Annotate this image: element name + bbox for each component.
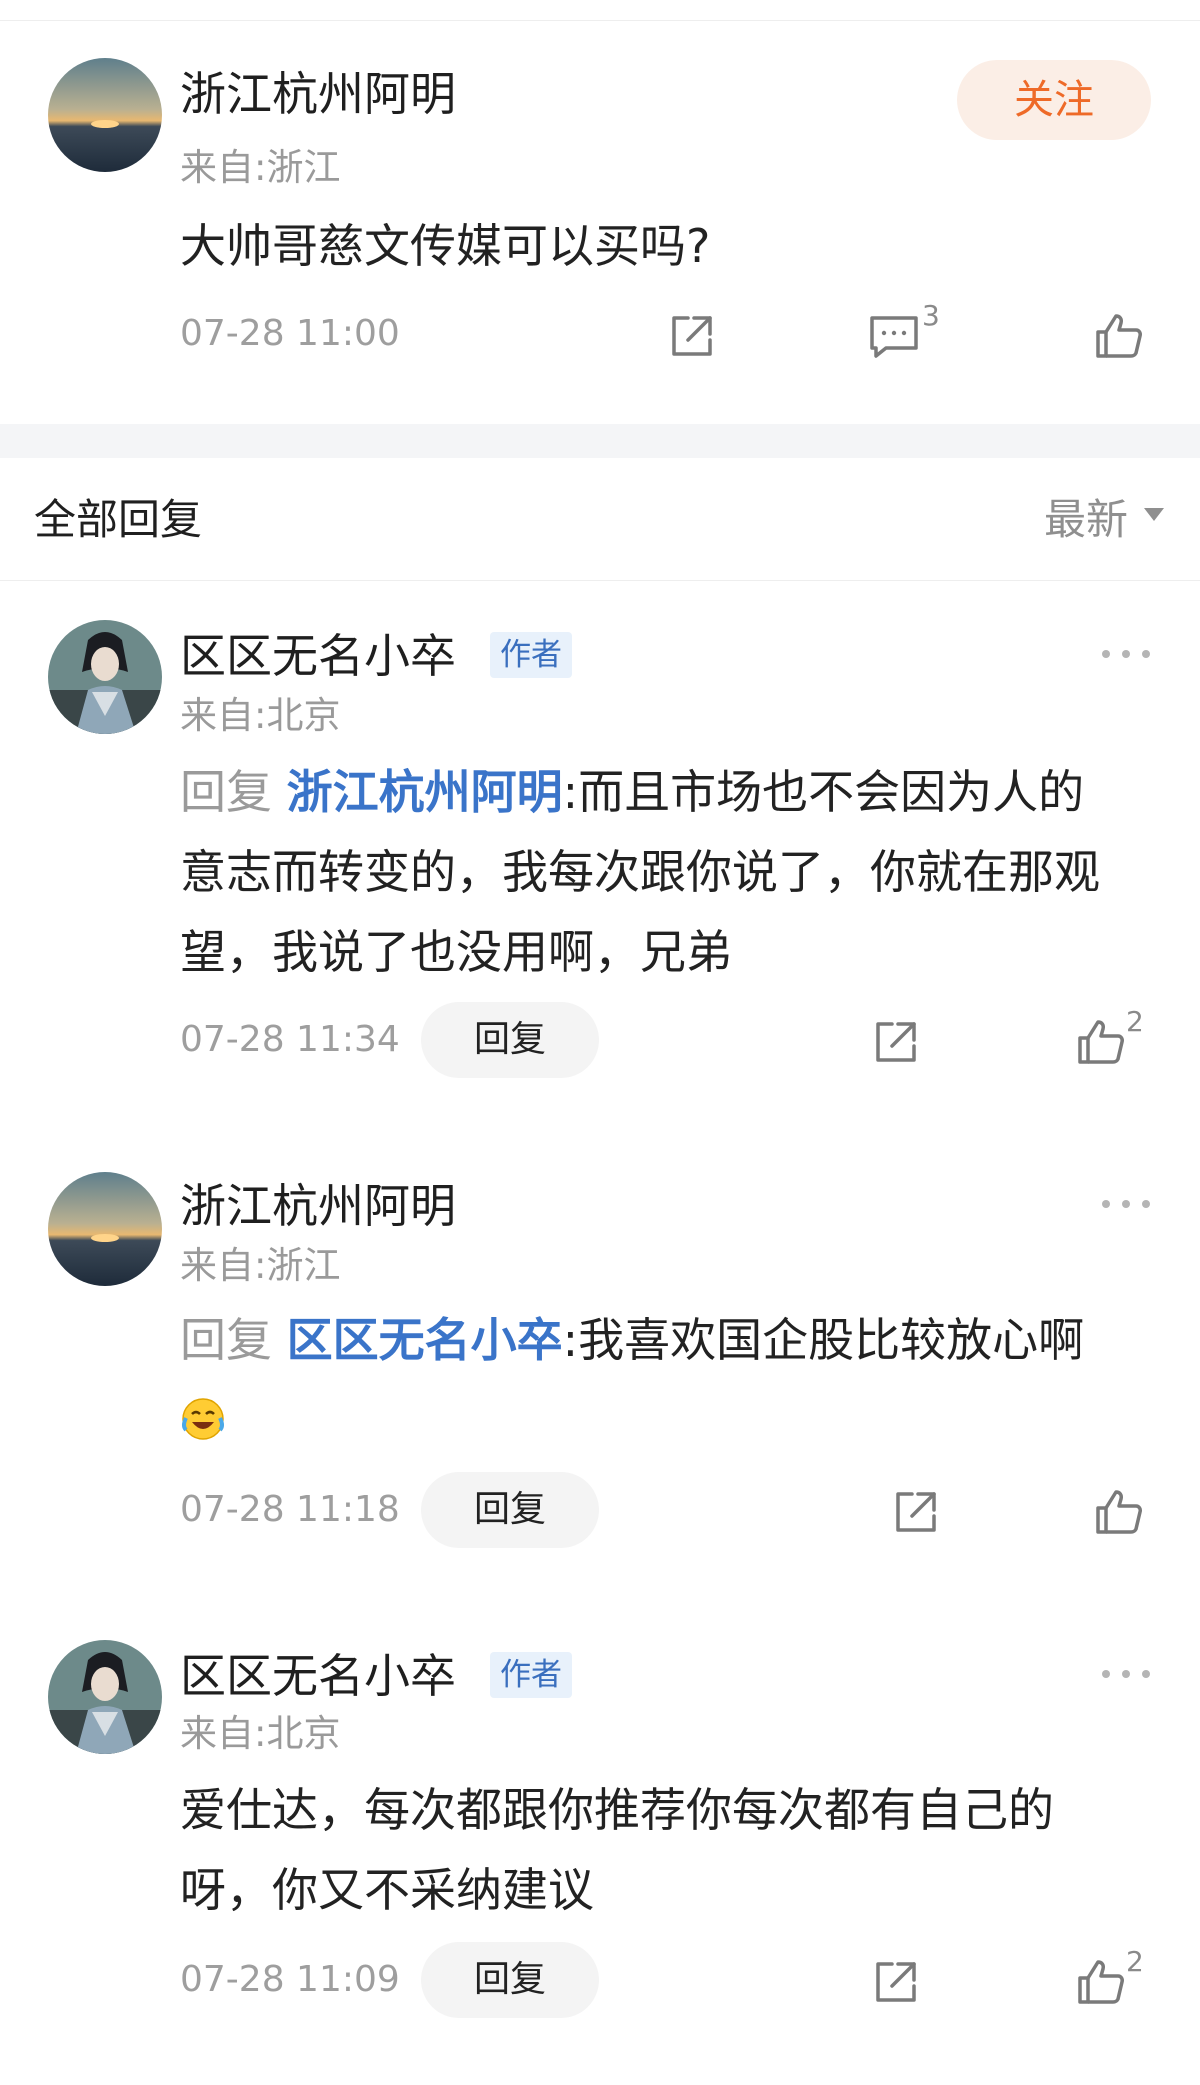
reply-text: 回复 浙江杭州阿明:而且市场也不会因为人的意志而转变的，我每次跟你说了，你就在那… xyxy=(180,752,1120,992)
reply-location: 来自:北京 xyxy=(180,694,341,737)
reply-separator: : xyxy=(562,1313,579,1367)
like-count: 2 xyxy=(1126,1945,1144,1978)
like-count: 2 xyxy=(1126,1005,1144,1038)
section-divider xyxy=(0,424,1200,458)
avatar-sunset[interactable] xyxy=(48,58,162,172)
laughing-tears-emoji xyxy=(180,1386,226,1440)
reply-time: 07-28 11:09 xyxy=(180,1959,400,2000)
reply-separator: : xyxy=(562,765,579,819)
avatar-anime[interactable] xyxy=(48,620,162,734)
reply-time: 07-28 11:34 xyxy=(180,1019,400,1060)
post-time: 07-28 11:00 xyxy=(180,313,400,354)
follow-button[interactable]: 关注 xyxy=(957,60,1151,140)
sort-dropdown[interactable]: 最新 xyxy=(1044,490,1128,550)
reply-button[interactable]: 回复 xyxy=(421,1002,599,1078)
top-border xyxy=(0,0,1200,21)
author-badge: 作者 xyxy=(490,632,572,678)
like-icon[interactable] xyxy=(1072,1014,1128,1070)
share-icon[interactable] xyxy=(868,1954,924,2010)
reply-body: 爱仕达，每次都跟你推荐你每次都有自己的呀，你又不采纳建议 xyxy=(180,1783,1054,1917)
share-icon[interactable] xyxy=(888,1484,944,1540)
mention-link[interactable]: 区区无名小卒 xyxy=(287,1313,563,1367)
like-icon[interactable] xyxy=(1090,308,1146,364)
more-options-icon[interactable] xyxy=(1098,644,1154,664)
comment-icon[interactable] xyxy=(866,308,922,364)
reply-location: 来自:北京 xyxy=(180,1712,341,1755)
post-username[interactable]: 浙江杭州阿明 xyxy=(180,66,456,122)
like-icon[interactable] xyxy=(1072,1954,1128,2010)
reply-location: 来自:浙江 xyxy=(180,1244,341,1287)
share-icon[interactable] xyxy=(664,308,720,364)
reply-username[interactable]: 区区无名小卒 xyxy=(180,628,456,684)
more-options-icon[interactable] xyxy=(1098,1194,1154,1214)
reply-time: 07-28 11:18 xyxy=(180,1489,400,1530)
reply-username[interactable]: 区区无名小卒 xyxy=(180,1648,456,1704)
reply-button[interactable]: 回复 xyxy=(421,1942,599,2018)
avatar-sunset[interactable] xyxy=(48,1172,162,1286)
like-icon[interactable] xyxy=(1090,1484,1146,1540)
reply-text: 回复 区区无名小卒:我喜欢国企股比较放心啊 xyxy=(180,1300,1120,1460)
reply-button[interactable]: 回复 xyxy=(421,1472,599,1548)
section-rule xyxy=(0,580,1200,581)
caret-down-icon[interactable] xyxy=(1144,508,1164,521)
reply-body: 我喜欢国企股比较放心啊 xyxy=(578,1313,1085,1367)
more-options-icon[interactable] xyxy=(1098,1664,1154,1684)
reply-prefix: 回复 xyxy=(180,765,272,819)
all-replies-title: 全部回复 xyxy=(34,495,203,544)
reply-username[interactable]: 浙江杭州阿明 xyxy=(180,1178,456,1234)
post-text: 大帅哥慈文传媒可以买吗? xyxy=(180,219,711,273)
avatar-anime[interactable] xyxy=(48,1640,162,1754)
reply-prefix: 回复 xyxy=(180,1313,272,1367)
author-badge: 作者 xyxy=(490,1652,572,1698)
share-icon[interactable] xyxy=(868,1014,924,1070)
post-location: 来自:浙江 xyxy=(180,146,341,189)
mention-link[interactable]: 浙江杭州阿明 xyxy=(287,765,563,819)
comment-count: 3 xyxy=(922,299,940,332)
